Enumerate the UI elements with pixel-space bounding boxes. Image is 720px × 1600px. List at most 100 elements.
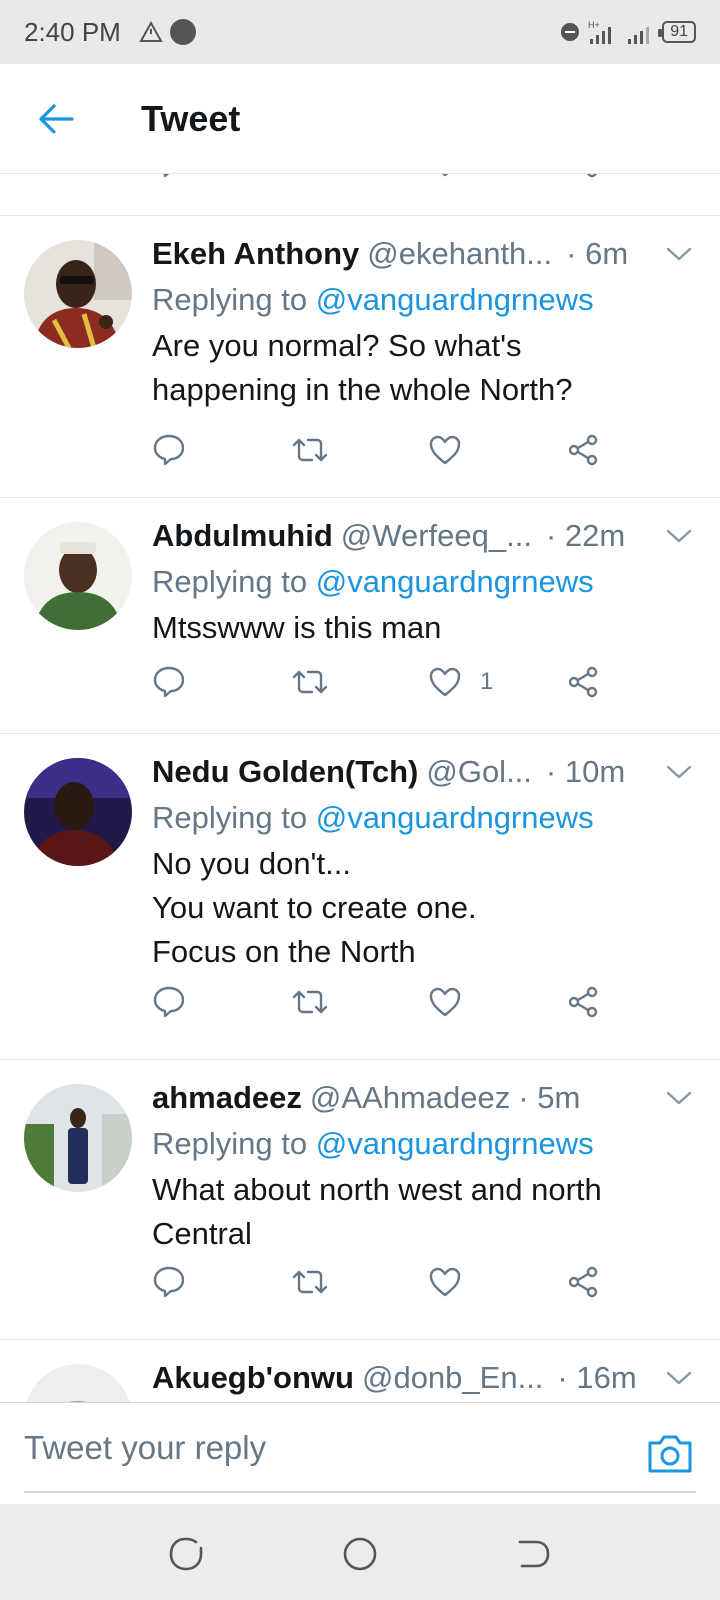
tweet-actions [152, 430, 622, 470]
replying-to: Replying to @vanguardngrnews [152, 564, 594, 599]
recent-apps-button[interactable] [166, 1534, 206, 1574]
user-handle[interactable]: @AAhmadeez [310, 1080, 510, 1116]
share-button[interactable] [566, 174, 600, 182]
tweet-actions: 1 [152, 662, 622, 702]
share-button[interactable] [566, 982, 600, 1022]
timestamp: · 22m [545, 518, 626, 553]
share-icon [587, 174, 597, 178]
display-name[interactable]: Ekeh Anthony [152, 236, 359, 272]
reply-button[interactable] [152, 982, 186, 1022]
mention-link[interactable]: @vanguardngrnews [316, 564, 594, 599]
tweet-reply[interactable]: Abdulmuhid @Werfeeq_... · 22m Replying t… [0, 498, 720, 734]
display-name[interactable]: Abdulmuhid [152, 518, 333, 554]
system-navigation-bar [0, 1504, 720, 1600]
home-button[interactable] [340, 1534, 380, 1574]
retweet-icon [290, 174, 330, 179]
back-nav-icon [518, 1540, 550, 1568]
replying-to: Replying to @vanguardngrnews [152, 1126, 594, 1161]
tweet-text: What about north west and north Central [152, 1172, 602, 1251]
retweet-button[interactable] [290, 174, 330, 182]
heart-icon [441, 174, 449, 177]
timestamp: · 5m [518, 1080, 581, 1115]
tweet-text: Are you normal? So what's happening in t… [152, 328, 573, 407]
timestamp: · 6m [566, 236, 629, 271]
share-button[interactable] [566, 430, 600, 470]
avatar[interactable] [24, 758, 132, 866]
share-icon [568, 434, 598, 466]
user-handle[interactable]: @ekehanth... [367, 236, 552, 272]
previous-tweet-actions [0, 174, 720, 216]
retweet-icon [292, 990, 328, 1014]
battery-indicator: 91 [658, 21, 696, 43]
like-button[interactable] [428, 982, 462, 1022]
camera-button[interactable] [646, 1433, 694, 1475]
reply-button[interactable] [152, 1262, 186, 1302]
reply-icon [153, 434, 185, 466]
reply-icon [153, 986, 185, 1018]
tweet-options-button[interactable] [664, 524, 694, 548]
back-nav-button[interactable] [514, 1534, 554, 1574]
user-handle[interactable]: @donb_En... [362, 1360, 543, 1396]
reply-icon [153, 1266, 185, 1298]
timestamp: · 16m [557, 1360, 637, 1395]
svg-text:H+: H+ [588, 20, 600, 30]
home-circle-icon [343, 1537, 377, 1571]
signal-h-plus-icon: H+ [588, 20, 612, 44]
avatar[interactable] [24, 522, 132, 630]
retweet-icon [292, 438, 328, 462]
page-title: Tweet [141, 97, 241, 139]
like-count: 1 [480, 668, 494, 695]
warning-triangle-icon [139, 21, 163, 42]
tweet-options-button[interactable] [664, 1086, 694, 1110]
share-icon [568, 1266, 598, 1298]
display-name[interactable]: Nedu Golden(Tch) [152, 754, 418, 790]
reply-button[interactable] [152, 174, 186, 182]
timestamp: · 10m [545, 754, 626, 789]
mention-link[interactable]: @vanguardngrnews [316, 282, 594, 317]
tweet-options-button[interactable] [664, 1366, 694, 1390]
retweet-button[interactable] [290, 430, 330, 470]
camera-icon [648, 1435, 692, 1473]
share-button[interactable] [566, 662, 600, 702]
tweet-actions [152, 982, 622, 1022]
reply-button[interactable] [152, 430, 186, 470]
signal-icon [628, 27, 650, 44]
tweet-options-button[interactable] [664, 760, 694, 784]
reply-input[interactable]: Tweet your reply [24, 1429, 266, 1467]
tweet-options-button[interactable] [664, 242, 694, 266]
like-button[interactable] [428, 430, 462, 470]
back-button[interactable] [26, 89, 86, 149]
recent-apps-icon [169, 1537, 203, 1571]
tweet-reply[interactable]: Nedu Golden(Tch) @Gol... · 10m Replying … [0, 734, 720, 1060]
tweet-reply[interactable]: Akuegb'onwu @donb_En... · 16m [0, 1340, 720, 1402]
display-name[interactable]: Akuegb'onwu [152, 1360, 354, 1396]
tweet-reply[interactable]: Ekeh Anthony @ekehanth... · 6m Replying … [0, 216, 720, 498]
input-underline [24, 1491, 696, 1493]
tweet-reply[interactable]: ahmadeez @AAhmadeez · 5m Replying to @va… [0, 1060, 720, 1340]
chevron-down-icon [666, 765, 692, 779]
avatar[interactable] [24, 1084, 132, 1192]
retweet-button[interactable] [290, 662, 330, 702]
heart-icon [429, 1267, 461, 1297]
reply-button[interactable] [152, 662, 186, 702]
retweet-button[interactable] [290, 982, 330, 1022]
chevron-down-icon [666, 529, 692, 543]
tweet-actions [152, 1262, 622, 1302]
user-handle[interactable]: @Werfeeq_... [341, 518, 532, 554]
mention-link[interactable]: @vanguardngrnews [316, 1126, 594, 1161]
avatar[interactable] [24, 1364, 132, 1402]
avatar[interactable] [24, 240, 132, 348]
like-button[interactable]: 1 [428, 662, 493, 702]
tweet-header: Abdulmuhid @Werfeeq_... · 22m [152, 518, 696, 554]
user-handle[interactable]: @Gol... [426, 754, 532, 790]
tweet-header: Nedu Golden(Tch) @Gol... · 10m [152, 754, 696, 790]
mention-link[interactable]: @vanguardngrnews [316, 800, 594, 835]
share-button[interactable] [566, 1262, 600, 1302]
status-time: 2:40 PM [24, 16, 121, 47]
tweet-header: Akuegb'onwu @donb_En... · 16m [152, 1360, 696, 1396]
like-button[interactable] [428, 1262, 462, 1302]
retweet-icon [292, 1270, 328, 1294]
like-button[interactable] [428, 174, 462, 182]
retweet-button[interactable] [290, 1262, 330, 1302]
display-name[interactable]: ahmadeez [152, 1080, 302, 1116]
